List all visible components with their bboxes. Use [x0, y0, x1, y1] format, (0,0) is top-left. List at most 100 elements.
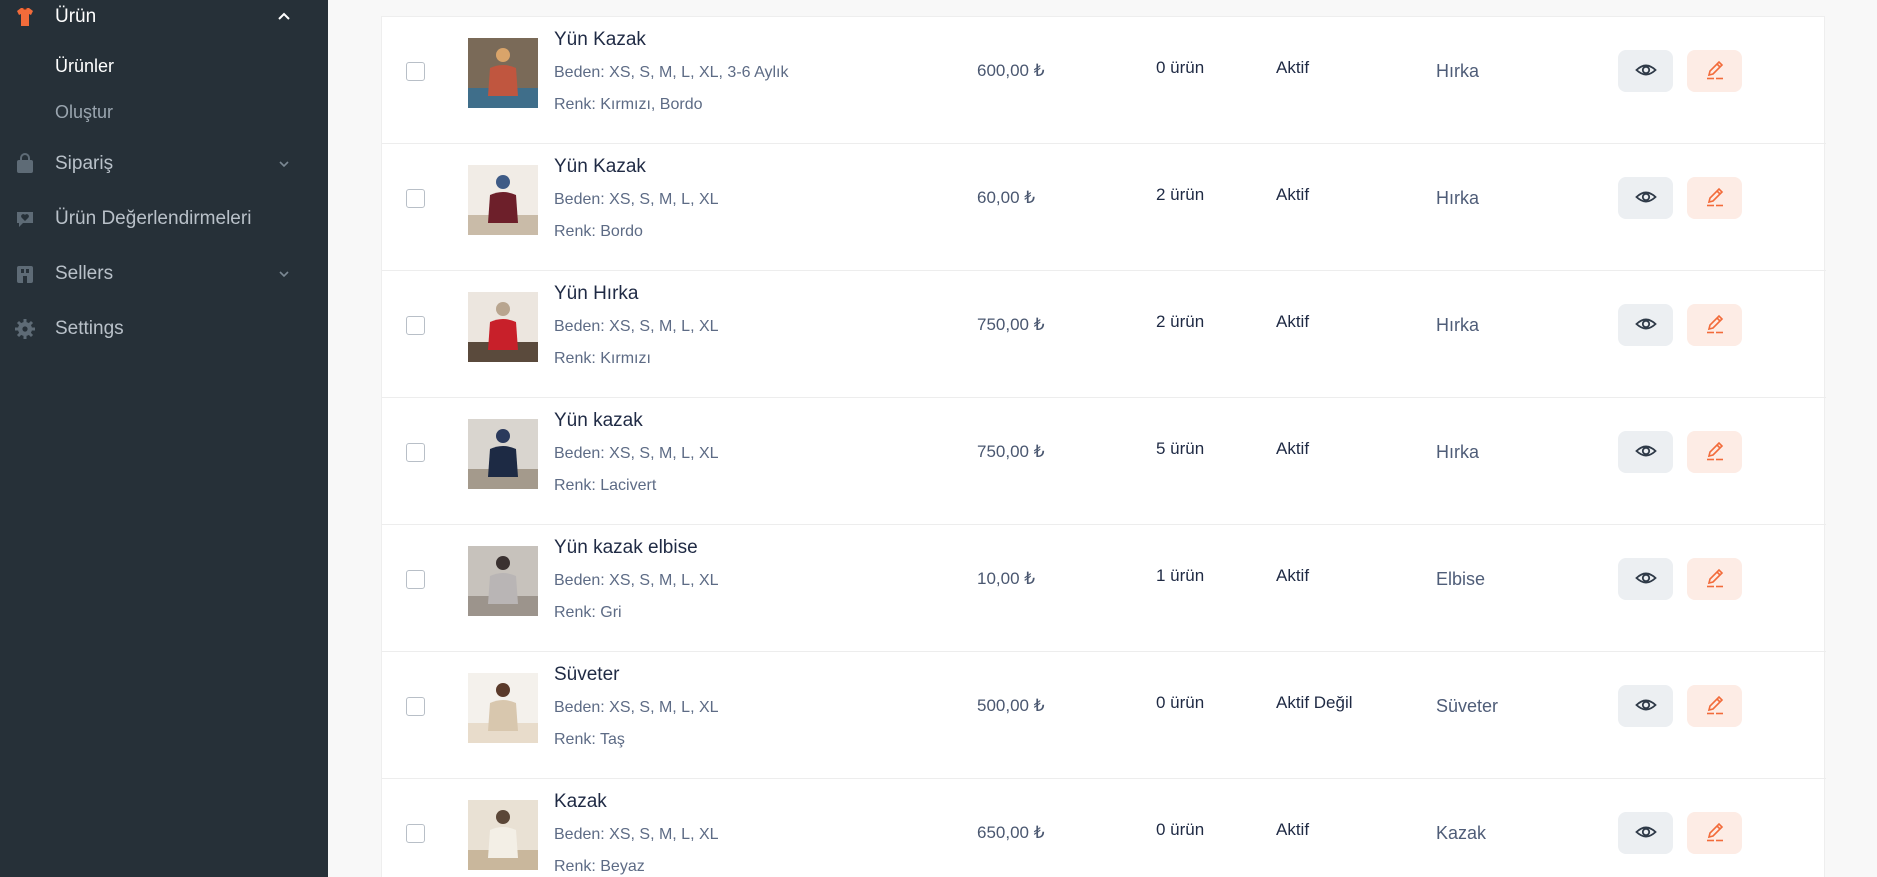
view-button[interactable] — [1618, 177, 1673, 219]
product-name[interactable]: Yün Kazak — [554, 156, 646, 178]
product-stock: 0 ürün — [1156, 58, 1205, 77]
heart-chat-icon — [14, 208, 36, 230]
product-sizes: Beden: XS, S, M, L, XL — [554, 445, 719, 462]
row-checkbox[interactable] — [406, 443, 425, 462]
product-image[interactable] — [468, 546, 538, 616]
edit-button[interactable] — [1687, 558, 1742, 600]
row-checkbox[interactable] — [406, 62, 425, 81]
product-stock: 0 ürün — [1156, 820, 1205, 839]
table-row: Süveter Beden: XS, S, M, L, XL Renk: Taş 50… — [382, 652, 1826, 779]
sidebar-item-urun[interactable]: Ürün — [0, 0, 328, 37]
sidebar-item-label: Ürün Değerlendirmeleri — [55, 208, 252, 229]
table-row: Kazak Beden: XS, S, M, L, XL Renk: Beyaz 65… — [382, 779, 1826, 877]
edit-button[interactable] — [1687, 177, 1742, 219]
product-category: Hırka — [1436, 188, 1480, 208]
product-image[interactable] — [468, 38, 538, 108]
table-row: Yün kazak Beden: XS, S, M, L, XL Renk: Lac… — [382, 398, 1826, 525]
row-checkbox[interactable] — [406, 316, 425, 335]
shopping-bag-icon — [14, 153, 36, 175]
row-checkbox[interactable] — [406, 824, 425, 843]
eye-icon — [1634, 821, 1657, 846]
sidebar-subitem-urunler[interactable]: Ürünler — [55, 56, 114, 77]
product-price: 750,00 ₺ — [977, 315, 1045, 334]
product-name[interactable]: Yün kazak — [554, 410, 643, 432]
product-price: 600,00 ₺ — [977, 61, 1045, 80]
product-colors: Renk: Kırmızı, Bordo — [554, 96, 703, 113]
product-name[interactable]: Yün kazak elbise — [554, 537, 698, 559]
sidebar-item-siparis[interactable]: Sipariş — [0, 144, 328, 184]
edit-button[interactable] — [1687, 304, 1742, 346]
product-name[interactable]: Kazak — [554, 791, 607, 813]
product-image[interactable] — [468, 419, 538, 489]
product-category: Hırka — [1436, 315, 1480, 335]
pencil-icon — [1704, 440, 1726, 465]
product-status: Aktif — [1276, 312, 1310, 331]
view-button[interactable] — [1618, 685, 1673, 727]
product-image[interactable] — [468, 800, 538, 870]
product-sizes: Beden: XS, S, M, L, XL — [554, 572, 719, 589]
product-name[interactable]: Süveter — [554, 664, 619, 686]
sidebar-item-settings[interactable]: Settings — [0, 309, 328, 349]
product-stock: 1 ürün — [1156, 566, 1205, 585]
eye-icon — [1634, 186, 1657, 211]
product-stock: 2 ürün — [1156, 312, 1205, 331]
product-stock: 2 ürün — [1156, 185, 1205, 204]
edit-button[interactable] — [1687, 431, 1742, 473]
table-row: Yün Kazak Beden: XS, S, M, L, XL, 3-6 Ayl… — [382, 17, 1826, 144]
gear-icon — [14, 318, 36, 340]
product-status: Aktif — [1276, 185, 1310, 204]
pencil-icon — [1704, 694, 1726, 719]
row-checkbox[interactable] — [406, 697, 425, 716]
chevron-up-icon — [276, 9, 292, 25]
product-colors: Renk: Taş — [554, 731, 625, 748]
product-colors: Renk: Kırmızı — [554, 350, 651, 367]
chevron-down-icon — [276, 266, 292, 282]
product-image[interactable] — [468, 292, 538, 362]
product-price: 650,00 ₺ — [977, 823, 1045, 842]
view-button[interactable] — [1618, 431, 1673, 473]
product-status: Aktif — [1276, 566, 1310, 585]
pencil-icon — [1704, 313, 1726, 338]
product-sizes: Beden: XS, S, M, L, XL — [554, 699, 719, 716]
product-category: Süveter — [1436, 696, 1499, 716]
pencil-icon — [1704, 59, 1726, 84]
product-status: Aktif — [1276, 58, 1310, 77]
product-price: 10,00 ₺ — [977, 569, 1036, 588]
product-price: 750,00 ₺ — [977, 442, 1045, 461]
eye-icon — [1634, 567, 1657, 592]
sidebar-item-label: Sipariş — [55, 153, 114, 174]
product-sizes: Beden: XS, S, M, L, XL, 3-6 Aylık — [554, 64, 789, 81]
edit-button[interactable] — [1687, 50, 1742, 92]
view-button[interactable] — [1618, 558, 1673, 600]
table-row: Yün Hırka Beden: XS, S, M, L, XL Renk: Kır… — [382, 271, 1826, 398]
view-button[interactable] — [1618, 812, 1673, 854]
product-image[interactable] — [468, 165, 538, 235]
view-button[interactable] — [1618, 304, 1673, 346]
view-button[interactable] — [1618, 50, 1673, 92]
sidebar-item-degerlendirmeler[interactable]: Ürün Değerlendirmeleri — [0, 199, 328, 239]
row-checkbox[interactable] — [406, 189, 425, 208]
sidebar-item-sellers[interactable]: Sellers — [0, 254, 328, 294]
product-colors: Renk: Lacivert — [554, 477, 657, 494]
pencil-icon — [1704, 567, 1726, 592]
sidebar-subitem-olustur[interactable]: Oluştur — [55, 102, 113, 123]
pencil-icon — [1704, 821, 1726, 846]
product-name[interactable]: Yün Kazak — [554, 29, 646, 51]
product-price: 60,00 ₺ — [977, 188, 1036, 207]
product-image[interactable] — [468, 673, 538, 743]
product-name[interactable]: Yün Hırka — [554, 283, 638, 305]
product-status: Aktif — [1276, 439, 1310, 458]
product-colors: Renk: Bordo — [554, 223, 643, 240]
product-category: Hırka — [1436, 442, 1480, 462]
product-sizes: Beden: XS, S, M, L, XL — [554, 826, 719, 843]
eye-icon — [1634, 59, 1657, 84]
product-category: Kazak — [1436, 823, 1487, 843]
edit-button[interactable] — [1687, 685, 1742, 727]
product-status: Aktif Değil — [1276, 693, 1353, 712]
product-price: 500,00 ₺ — [977, 696, 1045, 715]
product-stock: 0 ürün — [1156, 693, 1205, 712]
product-status: Aktif — [1276, 820, 1310, 839]
product-stock: 5 ürün — [1156, 439, 1205, 458]
edit-button[interactable] — [1687, 812, 1742, 854]
row-checkbox[interactable] — [406, 570, 425, 589]
